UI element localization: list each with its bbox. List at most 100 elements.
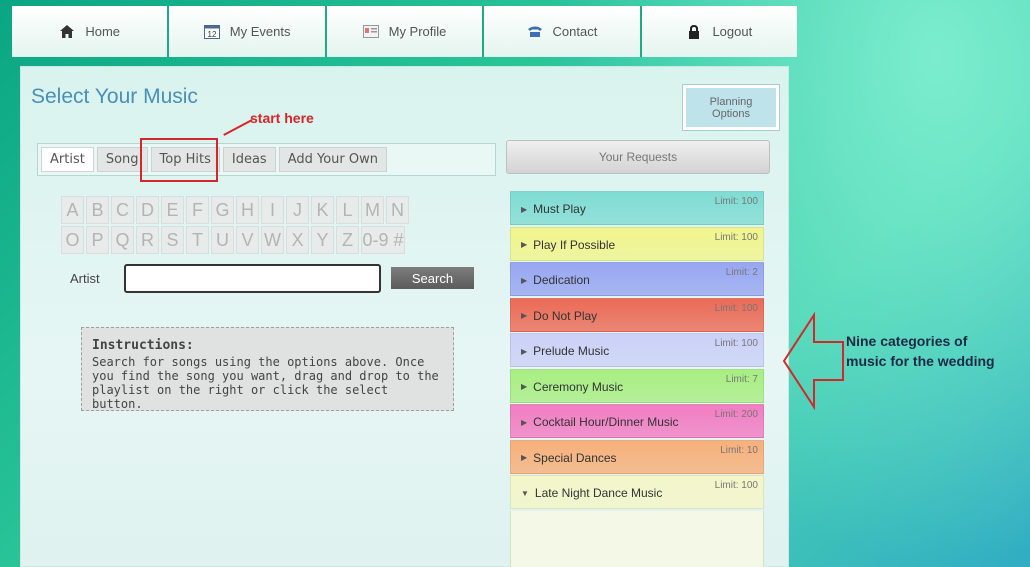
search-button[interactable]: Search: [391, 267, 474, 289]
search-label: Artist: [70, 271, 100, 286]
category-dedication[interactable]: ▶ Dedication Limit: 2: [510, 262, 764, 296]
home-icon: [59, 25, 75, 39]
letter-button[interactable]: R: [136, 226, 159, 254]
chevron-right-icon: ▶: [521, 240, 528, 249]
letter-button[interactable]: T: [186, 226, 209, 254]
category-name: Play If Possible: [533, 237, 616, 252]
category-name: Cocktail Hour/Dinner Music: [533, 415, 679, 429]
category-label: ▶ Do Not Play: [521, 309, 597, 323]
category-label: ▶ Prelude Music: [521, 344, 609, 358]
category-cocktail-hour-dinner-music[interactable]: ▶ Cocktail Hour/Dinner Music Limit: 200: [510, 404, 764, 438]
category-limit: Limit: 100: [714, 480, 758, 491]
calendar-icon: 12: [203, 25, 220, 39]
late-night-drop-zone[interactable]: [510, 510, 764, 567]
category-must-play[interactable]: ▶ Must Play Limit: 100: [510, 191, 764, 225]
nav-logout[interactable]: Logout: [641, 6, 798, 57]
nav-my-events[interactable]: 12 My Events: [169, 6, 327, 57]
letter-button[interactable]: I: [261, 196, 284, 224]
lock-icon: [686, 24, 702, 39]
tab-add-your-own[interactable]: Add Your Own: [278, 147, 387, 172]
category-play-if-possible[interactable]: ▶ Play If Possible Limit: 100: [510, 226, 764, 261]
annotation-line-1: Nine categories of: [846, 333, 968, 349]
category-label: ▼ Late Night Dance Music: [521, 486, 662, 500]
category-name: Ceremony Music: [533, 379, 624, 394]
letter-button[interactable]: F: [186, 196, 209, 224]
category-ceremony-music[interactable]: ▶ Ceremony Music Limit: 7: [510, 368, 764, 403]
profile-card-icon: [362, 25, 379, 39]
category-label: ▶ Must Play: [521, 202, 586, 216]
nav-home-label: Home: [85, 24, 121, 39]
nav-contact-label: Contact: [552, 24, 598, 39]
category-label: ▶ Special Dances: [521, 451, 617, 465]
category-name: Prelude Music: [533, 344, 610, 358]
category-label: ▶ Dedication: [521, 273, 590, 287]
letter-button[interactable]: A: [61, 196, 84, 224]
alphabet-filter: A B C D E F G H I J K L M N O P Q R S T …: [61, 196, 477, 256]
category-name: Dedication: [533, 273, 590, 287]
letter-button[interactable]: M: [361, 196, 384, 224]
chevron-right-icon: ▶: [521, 346, 528, 356]
artist-search-input[interactable]: [124, 264, 381, 293]
letter-button[interactable]: B: [86, 196, 109, 224]
planning-options-label: Planning Options: [709, 95, 753, 120]
letter-button[interactable]: U: [211, 226, 234, 254]
nav-contact[interactable]: Contact: [484, 6, 642, 57]
letter-button[interactable]: Z: [336, 226, 359, 254]
letter-button[interactable]: W: [261, 226, 284, 254]
main-panel: Select Your Music Planning Options start…: [20, 66, 789, 567]
category-late-night-dance-music[interactable]: ▼ Late Night Dance Music Limit: 100: [510, 475, 764, 509]
letter-button-numeric[interactable]: 0-9 #: [361, 226, 405, 254]
planning-options-button[interactable]: Planning Options: [683, 85, 779, 130]
nav-my-profile[interactable]: My Profile: [326, 6, 485, 57]
letter-button[interactable]: J: [286, 196, 309, 224]
category-limit: Limit: 100: [714, 302, 758, 314]
nine-categories-annotation: Nine categories of music for the wedding: [846, 331, 995, 371]
letter-button[interactable]: V: [236, 226, 259, 254]
letter-button[interactable]: E: [161, 196, 184, 224]
letter-button[interactable]: C: [111, 196, 134, 224]
your-requests-header[interactable]: Your Requests: [506, 140, 770, 174]
chevron-down-icon: ▼: [521, 488, 529, 498]
nav-my-profile-label: My Profile: [388, 24, 447, 39]
chevron-right-icon: ▶: [521, 204, 528, 214]
annotation-line-2: music for the wedding: [846, 353, 995, 369]
category-name: Special Dances: [533, 450, 617, 465]
instructions-box: Instructions: Search for songs using the…: [81, 327, 454, 411]
chevron-right-icon: ▶: [521, 382, 528, 391]
category-name: Late Night Dance Music: [534, 486, 663, 500]
category-prelude-music[interactable]: ▶ Prelude Music Limit: 100: [510, 333, 764, 367]
letter-button[interactable]: P: [86, 226, 109, 254]
nav-logout-label: Logout: [712, 24, 753, 39]
request-categories: ▶ Must Play Limit: 100 ▶ Play If Possible …: [510, 191, 764, 567]
chevron-right-icon: ▶: [521, 453, 528, 462]
letter-button[interactable]: Q: [111, 226, 134, 254]
letter-button[interactable]: K: [311, 196, 334, 224]
category-name: Do Not Play: [533, 308, 598, 323]
letter-button[interactable]: N: [386, 196, 409, 224]
letter-button[interactable]: D: [136, 196, 159, 224]
letter-button[interactable]: S: [161, 226, 184, 254]
category-label: ▶ Play If Possible: [521, 238, 615, 252]
category-limit: Limit: 100: [714, 196, 758, 207]
category-special-dances[interactable]: ▶ Special Dances Limit: 10: [510, 439, 764, 474]
tab-artist[interactable]: Artist: [41, 147, 94, 172]
letter-button[interactable]: G: [211, 196, 234, 224]
tab-ideas[interactable]: Ideas: [222, 147, 276, 172]
letter-button[interactable]: H: [236, 196, 259, 224]
your-requests-label: Your Requests: [598, 150, 678, 164]
letter-button[interactable]: Y: [311, 226, 334, 254]
chevron-right-icon: ▶: [521, 417, 528, 427]
category-limit: Limit: 100: [714, 338, 758, 349]
left-arrow-annotation-icon: [782, 312, 844, 410]
chevron-right-icon: ▶: [521, 311, 528, 320]
nav-my-events-label: My Events: [229, 24, 291, 39]
letter-button[interactable]: X: [286, 226, 309, 254]
letter-button[interactable]: O: [61, 226, 84, 254]
category-do-not-play[interactable]: ▶ Do Not Play Limit: 100: [510, 297, 764, 332]
letter-row-1: A B C D E F G H I J K L M N: [61, 196, 477, 224]
nav-home[interactable]: Home: [12, 6, 170, 57]
category-limit: Limit: 2: [725, 267, 758, 278]
category-limit: Limit: 10: [720, 444, 758, 456]
category-limit: Limit: 200: [714, 409, 758, 420]
letter-button[interactable]: L: [336, 196, 359, 224]
